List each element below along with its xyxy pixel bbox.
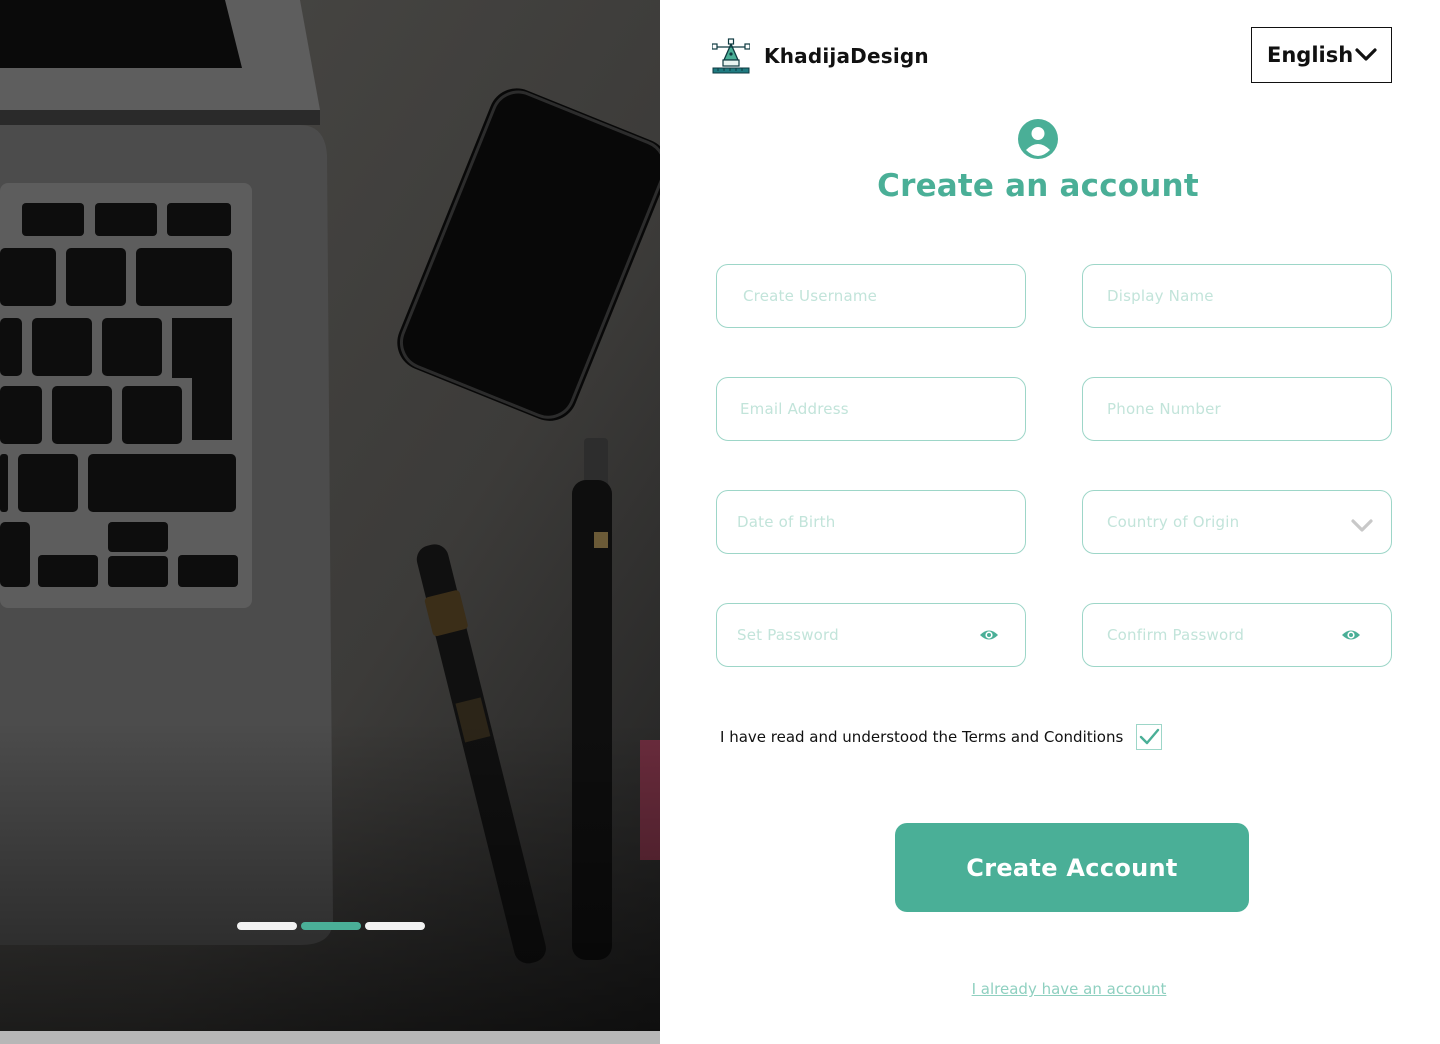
signup-panel: KhadijaDesign English Create an account …: [660, 0, 1440, 1044]
language-select[interactable]: English: [1251, 27, 1392, 83]
eye-icon: [1342, 630, 1360, 640]
confirm-password-field[interactable]: Confirm Password: [1082, 603, 1392, 667]
create-account-label: Create Account: [966, 853, 1178, 882]
toggle-password-visibility[interactable]: [979, 628, 999, 642]
chevron-down-icon: [1355, 48, 1377, 61]
toggle-confirm-password-visibility[interactable]: [1341, 628, 1361, 642]
password-placeholder: Set Password: [737, 626, 839, 644]
dob-placeholder: Date of Birth: [737, 513, 836, 531]
carousel-indicators: [237, 922, 425, 930]
checkmark-icon: [1140, 728, 1160, 745]
carousel-dot-3[interactable]: [365, 922, 425, 930]
username-field[interactable]: Create Username: [716, 264, 1026, 328]
page-title: Create an account: [877, 168, 1199, 204]
confirm-password-placeholder: Confirm Password: [1107, 626, 1245, 644]
language-label: English: [1267, 43, 1354, 67]
eye-icon: [980, 630, 998, 640]
username-placeholder: Create Username: [743, 287, 878, 305]
carousel-dot-2[interactable]: [301, 922, 361, 930]
country-placeholder: Country of Origin: [1107, 513, 1240, 531]
user-circle-icon: [1018, 119, 1058, 159]
terms-row: I have read and understood the Terms and…: [720, 724, 1163, 750]
display-name-field[interactable]: Display Name: [1082, 264, 1392, 328]
country-select[interactable]: Country of Origin: [1082, 490, 1392, 554]
hero-desk-photo: [0, 0, 660, 1031]
scroll-strip: [0, 1031, 660, 1044]
brand[interactable]: KhadijaDesign: [712, 38, 929, 74]
terms-checkbox[interactable]: [1136, 724, 1163, 750]
display-name-placeholder: Display Name: [1107, 287, 1214, 305]
chevron-down-icon: [1351, 519, 1373, 532]
create-account-button[interactable]: Create Account: [895, 823, 1249, 912]
dob-field[interactable]: Date of Birth: [716, 490, 1026, 554]
email-field[interactable]: Email Address: [716, 377, 1026, 441]
password-field[interactable]: Set Password: [716, 603, 1026, 667]
hero-image-panel: [0, 0, 660, 1044]
email-placeholder: Email Address: [740, 400, 849, 418]
login-link[interactable]: I already have an account: [660, 980, 1440, 998]
phone-placeholder: Phone Number: [1107, 400, 1221, 418]
brand-name: KhadijaDesign: [764, 44, 929, 68]
form-header: Create an account: [660, 118, 1416, 204]
phone-field[interactable]: Phone Number: [1082, 377, 1392, 441]
carousel-dot-1[interactable]: [237, 922, 297, 930]
terms-label: I have read and understood the Terms and…: [720, 728, 1124, 746]
design-tools-icon: [712, 38, 750, 74]
